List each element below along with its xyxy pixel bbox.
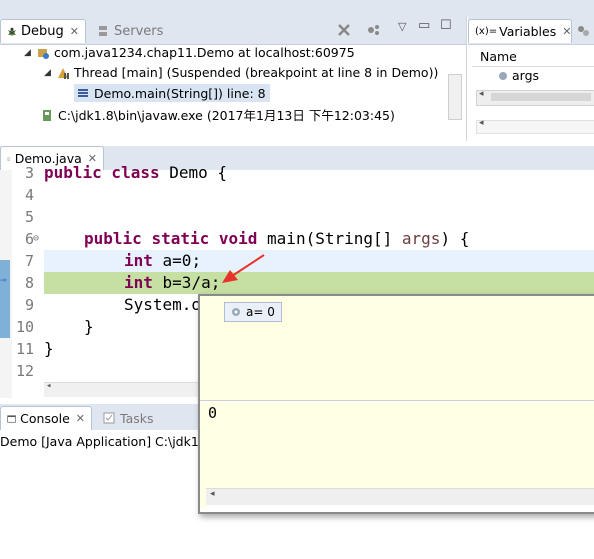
line-number: 3 (24, 164, 34, 182)
tab-variables-label: Variables (499, 24, 557, 39)
line-number: 10 (15, 318, 34, 336)
code-line-10: } (84, 317, 94, 336)
code-text: Demo { (169, 163, 228, 182)
expand-triangle-icon[interactable]: ◢ (24, 48, 36, 58)
hover-variable-item[interactable]: a= 0 (224, 302, 282, 322)
close-icon[interactable]: ✕ (76, 412, 85, 425)
collapse-icon[interactable]: ⊖ (33, 233, 39, 244)
line-number: 9 (24, 296, 34, 314)
expand-triangle-icon[interactable]: ◢ (44, 68, 56, 78)
tree-item-stack-frame[interactable]: Demo.main(String[]) line: 8 (74, 84, 270, 102)
line-number: 8 (24, 274, 34, 292)
console-tabbar: Console ✕ Tasks (0, 404, 200, 431)
tree-item-label: Thread [main] (Suspended (breakpoint at … (74, 65, 439, 80)
view-menu-icon[interactable]: ▽ (398, 20, 406, 33)
tab-debug-label: Debug (21, 24, 64, 39)
tab-console[interactable]: Console ✕ (0, 406, 92, 430)
code-text: ) { (440, 229, 470, 248)
window-top-band (0, 0, 594, 16)
breakpoints-icon[interactable] (576, 24, 590, 38)
variable-row-args[interactable]: args (498, 68, 539, 83)
local-variable-icon (499, 71, 507, 80)
launch-icon (38, 48, 49, 59)
stack-frame-icon (78, 89, 88, 97)
code-line-3: public class Demo { (44, 163, 227, 182)
tree-item-label: Demo.main(String[]) line: 8 (94, 85, 266, 101)
line-number: 11 (15, 340, 34, 358)
tab-servers-label: Servers (114, 23, 164, 39)
variables-tabbar: (x)= Variables ✕ (468, 16, 594, 45)
remove-all-terminated-icon[interactable] (336, 22, 352, 38)
tree-item-label: C:\jdk1.8\bin\javaw.exe (2017年1月13日 下午12… (58, 108, 395, 123)
code-line-8: int b=3/a; (124, 273, 220, 292)
tree-item-thread[interactable]: ◢ Thread [main] (Suspended (breakpoint a… (44, 65, 438, 80)
tab-servers[interactable]: Servers (90, 19, 170, 43)
close-icon[interactable]: ✕ (562, 25, 571, 38)
tree-item-launch[interactable]: ◢ com.java1234.chap11.Demo at localhost:… (24, 45, 355, 60)
minimize-icon[interactable]: ▭ (418, 18, 430, 33)
code-text: b=3/a; (152, 273, 221, 292)
keyword: class (101, 163, 170, 182)
maximize-icon[interactable]: ☐ (440, 18, 452, 33)
variables-icon: (x)= (475, 26, 498, 37)
keyword: int (124, 251, 153, 270)
column-header-name[interactable]: Name (472, 46, 594, 67)
tree-item-label: com.java1234.chap11.Demo at localhost:60… (54, 45, 355, 60)
code-line-7: int a=0; (124, 251, 201, 270)
variables-detail-scrollbar[interactable]: ◂ (476, 118, 594, 134)
variable-name: args (512, 68, 540, 83)
close-icon[interactable]: ✕ (70, 25, 79, 38)
keyword: static (151, 229, 210, 248)
hover-value-text: 0 (208, 404, 218, 422)
local-variable-icon (232, 308, 240, 316)
code-text: a=0; (152, 251, 202, 270)
keyword: public (84, 229, 142, 248)
hover-h-scrollbar[interactable]: ◂ (206, 488, 594, 505)
variable-hover-popup[interactable]: a= 0 0 ◂ (198, 294, 594, 514)
variables-h-scrollbar[interactable]: ◂ (476, 89, 594, 106)
tab-tasks[interactable]: Tasks (96, 406, 176, 430)
line-number: 12 (15, 362, 34, 380)
tab-tasks-label: Tasks (120, 410, 154, 426)
debug-scrollbar[interactable] (448, 74, 462, 120)
hover-variable-label: a= 0 (246, 305, 275, 319)
tab-variables[interactable]: (x)= Variables ✕ (468, 19, 572, 43)
tasks-icon (103, 412, 115, 424)
thread-suspended-icon (58, 67, 69, 79)
bug-icon (8, 27, 16, 36)
process-icon (43, 109, 51, 121)
keyword: public (44, 163, 102, 182)
console-launch-label: Demo [Java Application] C:\jdk1.8\ (0, 434, 215, 449)
hover-tree-area: a= 0 (200, 296, 594, 401)
debug-view: Debug ✕ Servers ▽ ▭ ☐ ◢ com.java1234.cha… (0, 16, 467, 141)
line-number: 7 (24, 252, 34, 270)
servers-icon (99, 26, 107, 36)
hover-value-area[interactable]: 0 (206, 402, 594, 488)
tab-console-label: Console (20, 411, 70, 426)
code-line-11: } (44, 339, 54, 358)
console-icon (7, 414, 16, 423)
debug-tabbar: Debug ✕ Servers ▽ ▭ ☐ (0, 16, 466, 45)
tab-debug[interactable]: Debug ✕ (0, 19, 86, 43)
code-text: main(String[] (257, 229, 402, 248)
code-line-6: public static void main(String[] args) { (84, 229, 469, 248)
tree-item-process[interactable]: C:\jdk1.8\bin\javaw.exe (2017年1月13日 下午12… (40, 105, 395, 124)
editor-h-scrollbar[interactable]: ◂ (44, 381, 200, 397)
keyword: int (124, 273, 153, 292)
line-number: 4 (24, 186, 34, 204)
annotation-arrow-icon (222, 254, 265, 283)
variables-view: (x)= Variables ✕ Name args ◂ ◂ (468, 16, 594, 141)
console-output[interactable]: Demo [Java Application] C:\jdk1.8\ (0, 430, 215, 559)
line-number: 6 (24, 230, 34, 248)
code-line-9: System.o (124, 295, 202, 314)
line-number: 5 (24, 208, 34, 226)
connect-icon[interactable] (366, 22, 382, 38)
parameter-name: args (401, 229, 441, 248)
keyword: void (218, 229, 258, 248)
